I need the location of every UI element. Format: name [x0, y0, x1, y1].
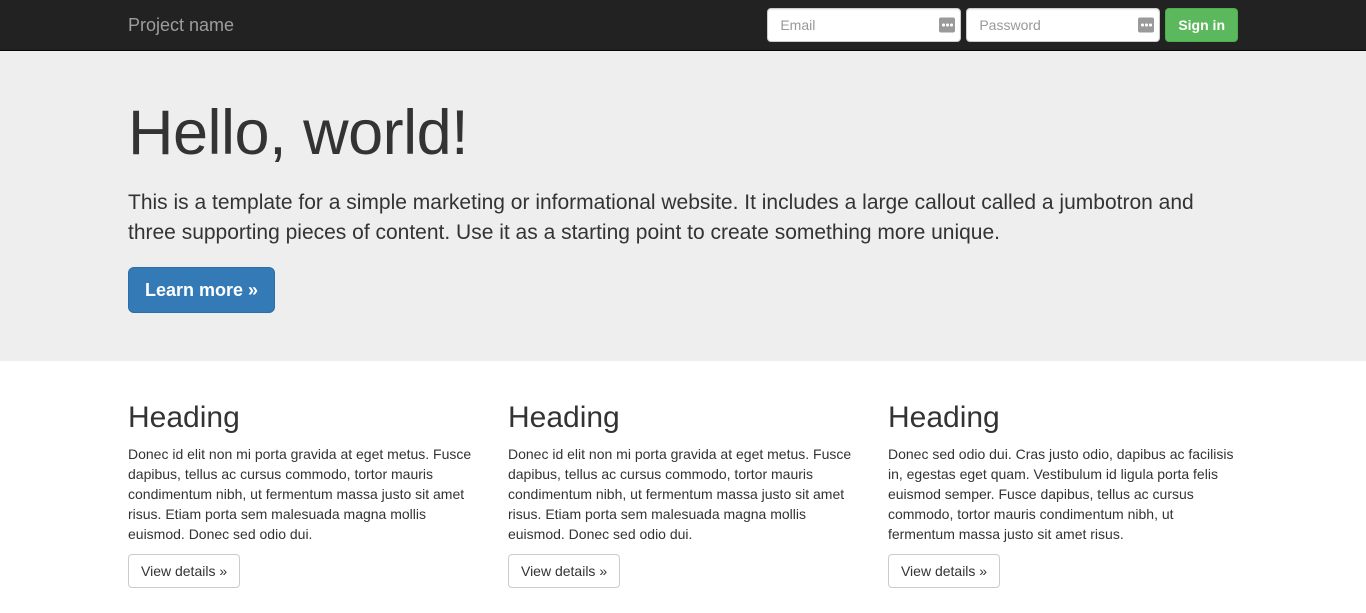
navbar-inner: Project name Sign in	[113, 0, 1253, 50]
column-body-text: Donec id elit non mi porta gravida at eg…	[507, 446, 852, 543]
feature-column-1: Heading Donec id elit non mi porta gravi…	[113, 401, 493, 589]
navbar-brand[interactable]: Project name	[128, 15, 234, 35]
column-body-text: Donec id elit non mi porta gravida at eg…	[128, 446, 472, 543]
feature-column-3: Heading Donec sed odio dui. Cras justo o…	[873, 401, 1253, 589]
password-field-wrapper	[966, 8, 1161, 42]
sign-in-button[interactable]: Sign in	[1165, 8, 1238, 42]
view-details-button[interactable]: View details »	[507, 554, 621, 589]
content-container: Heading Donec id elit non mi porta gravi…	[113, 361, 1253, 589]
learn-more-button[interactable]: Learn more »	[128, 267, 276, 314]
column-heading: Heading	[887, 401, 1000, 435]
page-title: Hello, world!	[128, 98, 469, 168]
jumbotron-container: Hello, world! This is a template for a s…	[113, 98, 1253, 314]
signin-form: Sign in	[767, 8, 1238, 42]
column-heading: Heading	[507, 401, 620, 435]
email-input[interactable]	[767, 8, 962, 42]
view-details-button[interactable]: View details »	[887, 554, 1001, 589]
email-field-wrapper	[767, 8, 962, 42]
column-body-text: Donec sed odio dui. Cras justo odio, dap…	[887, 446, 1234, 543]
view-details-button[interactable]: View details »	[128, 554, 241, 589]
feature-column-2: Heading Donec id elit non mi porta gravi…	[493, 401, 873, 589]
password-input[interactable]	[966, 8, 1161, 42]
jumbotron: Hello, world! This is a template for a s…	[0, 51, 1366, 362]
column-heading: Heading	[128, 401, 240, 435]
jumbotron-lead-text: This is a template for a simple marketin…	[128, 191, 1194, 244]
feature-columns-row: Heading Donec id elit non mi porta gravi…	[113, 401, 1253, 589]
top-navbar: Project name Sign in	[0, 0, 1366, 51]
